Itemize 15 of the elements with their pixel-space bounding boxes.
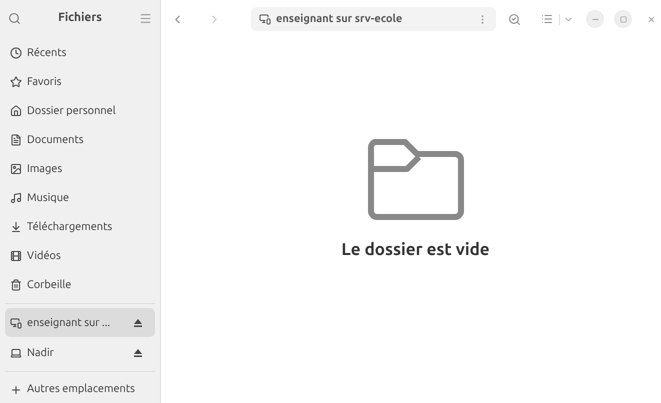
sidebar-item[interactable]: enseignant sur ... [5, 308, 155, 338]
sidebar-item[interactable]: Corbeille [5, 270, 155, 300]
empty-message: Le dossier est vide [341, 238, 490, 261]
sidebar-item[interactable]: Images [5, 154, 155, 184]
app-title: Fichiers [58, 10, 102, 26]
sidebar-item[interactable]: Documents [5, 125, 155, 154]
sidebar-item[interactable]: Favoris [5, 67, 155, 96]
sidebar-item[interactable]: Récents [5, 38, 155, 68]
sidebar-item[interactable]: Vidéos [5, 241, 155, 270]
location-bar[interactable]: enseignant sur srv-ecole [251, 7, 496, 31]
sidebar-item[interactable]: Téléchargements [5, 212, 155, 242]
sidebar-item[interactable]: Autres emplacements [0, 376, 160, 403]
sidebar-item[interactable]: Dossier personnel [5, 96, 155, 126]
sidebar-item[interactable]: Nadir [5, 338, 155, 368]
sidebar-item[interactable]: Musique [5, 183, 155, 212]
